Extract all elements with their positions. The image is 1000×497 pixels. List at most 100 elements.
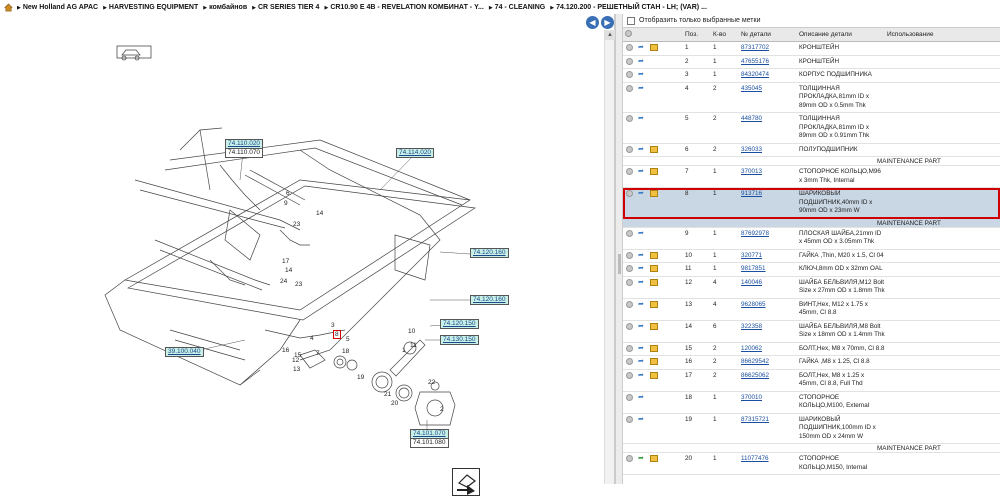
item-number[interactable]: 2 — [440, 406, 444, 413]
item-number[interactable]: 7 — [316, 350, 320, 357]
item-number[interactable]: 5 — [346, 336, 350, 343]
item-number[interactable]: 3 — [331, 322, 335, 329]
breadcrumb-item[interactable]: CR SERIES TIER 4 — [252, 4, 319, 11]
part-number-link[interactable]: 87692978 — [739, 228, 797, 249]
parts-row[interactable]: ➦ 14 6 322358 ШАЙБА БЕЛЬВИЛЯ,M8 Bolt Size x … — [623, 321, 1000, 343]
cart-box-icon[interactable] — [650, 278, 658, 286]
part-number-link[interactable]: 9817851 — [739, 263, 797, 276]
cart-box-icon[interactable] — [650, 145, 658, 153]
parts-row-selected[interactable]: ➦ 8 1 913716 ШАРИКОВЫЙ ПОДШИПНИК,40mm ID x 9… — [623, 188, 1000, 219]
part-number-link[interactable]: 322358 — [739, 321, 797, 342]
replacement-arrow-icon[interactable]: ➦ — [638, 394, 645, 401]
cart-box-icon[interactable] — [650, 265, 658, 272]
parts-row[interactable]: ➦ 13 4 9628065 ВИНТ,Hex, M12 x 1.75 x 45mm, … — [623, 299, 1000, 321]
select-radio-icon[interactable] — [626, 190, 633, 197]
part-number-link[interactable]: 86625062 — [739, 370, 797, 391]
replacement-arrow-icon[interactable]: ➦ — [638, 323, 645, 330]
select-radio-icon[interactable] — [626, 84, 633, 92]
part-number-link[interactable]: 326033 — [739, 144, 797, 157]
header-part-number[interactable]: № детали — [739, 31, 797, 38]
breadcrumb-item[interactable]: New Holland AG APAC — [17, 4, 98, 11]
cart-box-icon[interactable] — [650, 168, 658, 175]
item-number[interactable]: 12 — [292, 357, 299, 364]
part-number-link[interactable]: 86629542 — [739, 356, 797, 369]
next-arrow-icon[interactable]: ▶ — [601, 16, 614, 29]
breadcrumb-item[interactable]: 74 - CLEANING — [489, 4, 546, 11]
item-number[interactable]: 19 — [357, 374, 364, 381]
parts-row[interactable]: ➦ 9 1 87692978 ПЛОСКАЯ ШАЙБА,21mm ID x 45mm … — [623, 228, 1000, 250]
select-radio-icon[interactable] — [626, 371, 633, 379]
replacement-arrow-icon[interactable]: ➦ — [638, 190, 645, 197]
replacement-arrow-icon[interactable]: ➦ — [638, 44, 645, 51]
select-radio-icon[interactable] — [626, 229, 633, 237]
part-number-link[interactable]: 320771 — [739, 250, 797, 263]
replacement-arrow-icon[interactable]: ➦ — [638, 279, 645, 286]
header-pos[interactable]: Поз. — [683, 31, 711, 38]
item-number[interactable]: 16 — [282, 347, 289, 354]
select-radio-icon[interactable] — [626, 44, 633, 51]
part-number-link[interactable]: 370013 — [739, 166, 797, 187]
cart-box-icon[interactable] — [650, 358, 658, 365]
item-number[interactable]: 17 — [282, 258, 289, 265]
ref-callout[interactable]: 74.120.150 — [440, 319, 479, 329]
item-number[interactable]: 4 — [310, 335, 314, 342]
cart-box-icon[interactable] — [650, 455, 658, 462]
select-radio-icon[interactable] — [626, 71, 633, 78]
part-number-link[interactable]: 140046 — [739, 277, 797, 298]
replacement-arrow-icon[interactable]: ➦ — [638, 416, 645, 423]
replacement-arrow-icon[interactable]: ➦ — [638, 146, 645, 153]
item-number[interactable]: 14 — [316, 210, 323, 217]
header-description[interactable]: Описание детали — [797, 31, 885, 38]
next-page-link-icon[interactable] — [452, 468, 480, 496]
select-radio-icon[interactable] — [626, 415, 633, 423]
select-radio-icon[interactable] — [626, 300, 633, 308]
parts-row[interactable]: ➦ 17 2 86625062 БОЛТ,Hex, M8 x 1.25 x 45mm, … — [623, 370, 1000, 392]
item-number[interactable]: 1 — [402, 347, 406, 354]
breadcrumb-item[interactable]: HARVESTING EQUIPMENT — [103, 4, 198, 11]
cart-box-icon[interactable] — [650, 344, 658, 352]
part-number-link[interactable]: 448780 — [739, 113, 797, 143]
ref-callout[interactable]: 74.130.150 — [440, 335, 479, 345]
cart-box-icon[interactable] — [650, 371, 658, 379]
ref-callout[interactable]: 74.120.160 — [470, 248, 509, 258]
parts-row[interactable]: ➦ 15 2 120062 БОЛТ,Hex, M8 x 70mm, Cl 8.8 — [623, 343, 1000, 356]
parts-row[interactable]: ➦ 20 1 11077476 СТОПОРНОЕ КОЛЬЦО,M150, Inter… — [623, 453, 1000, 475]
replacement-arrow-icon[interactable]: ➦ — [638, 71, 645, 78]
prev-arrow-icon[interactable]: ◀ — [586, 16, 599, 29]
select-radio-icon[interactable] — [626, 251, 633, 259]
select-radio-icon[interactable] — [626, 322, 633, 330]
select-radio-icon[interactable] — [626, 145, 633, 153]
replacement-arrow-icon[interactable]: ➦ — [638, 168, 645, 175]
exploded-diagram[interactable]: 74.110.020 74.110.070 74.114.020 74.120.… — [0, 30, 604, 496]
replacement-arrow-icon[interactable]: ➦ — [638, 85, 645, 92]
parts-row[interactable]: ➦ 12 4 140046 ШАЙБА БЕЛЬВИЛЯ,M12 Bolt Size x… — [623, 277, 1000, 299]
item-number[interactable]: 21 — [384, 391, 391, 398]
item-number[interactable]: 14 — [285, 267, 292, 274]
item-number-highlighted[interactable]: 8 — [333, 330, 341, 339]
replacement-arrow-icon[interactable]: ➦ — [638, 115, 645, 122]
ref-callout[interactable]: 39.100.040 — [165, 347, 204, 357]
select-radio-icon[interactable] — [626, 278, 633, 286]
part-number-link[interactable]: 370010 — [739, 392, 797, 413]
item-number[interactable]: 11 — [410, 342, 417, 349]
select-radio-icon[interactable] — [626, 115, 633, 122]
select-radio-icon[interactable] — [626, 57, 633, 65]
select-radio-icon[interactable] — [626, 393, 633, 401]
part-number-link[interactable]: 9628065 — [739, 299, 797, 320]
parts-row[interactable]: ➦ 11 1 9817851 КЛЮЧ,8mm OD x 32mm OAL — [623, 263, 1000, 277]
part-number-link[interactable]: 11077476 — [739, 453, 797, 474]
item-number[interactable]: 18 — [342, 348, 349, 355]
home-icon[interactable] — [4, 3, 13, 12]
parts-row[interactable]: ➦ 1 1 87317702 КРОНШТЕЙН — [623, 42, 1000, 56]
item-number[interactable]: 22 — [428, 379, 435, 386]
settings-gear-icon[interactable] — [625, 30, 632, 37]
breadcrumb-item[interactable]: CR10.90 E 4B - REVELATION КОМБИНАТ - Y..… — [324, 4, 484, 11]
item-number[interactable]: 10 — [408, 328, 415, 335]
parts-row[interactable]: ➦ 16 2 86629542 ГАЙКА ,M8 x 1.25, Cl 8.8 — [623, 356, 1000, 370]
breadcrumb-item[interactable]: 74.120.200 - РЕШЕТНЫЙ СТАН - LH; (VAR) .… — [550, 4, 707, 11]
replacement-arrow-icon[interactable]: ➦ — [638, 345, 645, 352]
part-number-link[interactable]: 913716 — [739, 188, 797, 218]
breadcrumb-item[interactable]: комбайнов — [203, 4, 247, 11]
select-radio-icon[interactable] — [626, 265, 633, 272]
replacement-arrow-icon[interactable]: ➦ — [638, 265, 645, 272]
